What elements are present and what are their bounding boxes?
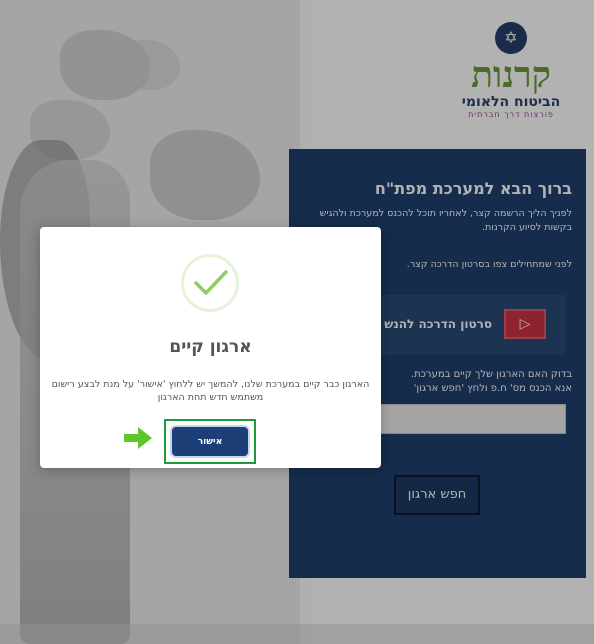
green-arrow-icon [124, 427, 152, 453]
confirm-button[interactable]: אישור [172, 427, 248, 456]
organization-exists-dialog: ארגון קיים הארגון כבר קיים במערכת שלנו, … [40, 227, 381, 468]
page: ✡ קרנות הביטוח הלאומי פורצות דרך חברתית … [0, 0, 594, 644]
confirm-highlight: אישור [164, 419, 256, 464]
dialog-title: ארגון קיים [169, 337, 252, 357]
dialog-message: הארגון כבר קיים במערכת שלנו, להמשך יש לל… [51, 379, 370, 403]
checkmark-icon [194, 270, 228, 295]
success-circle [181, 254, 239, 312]
